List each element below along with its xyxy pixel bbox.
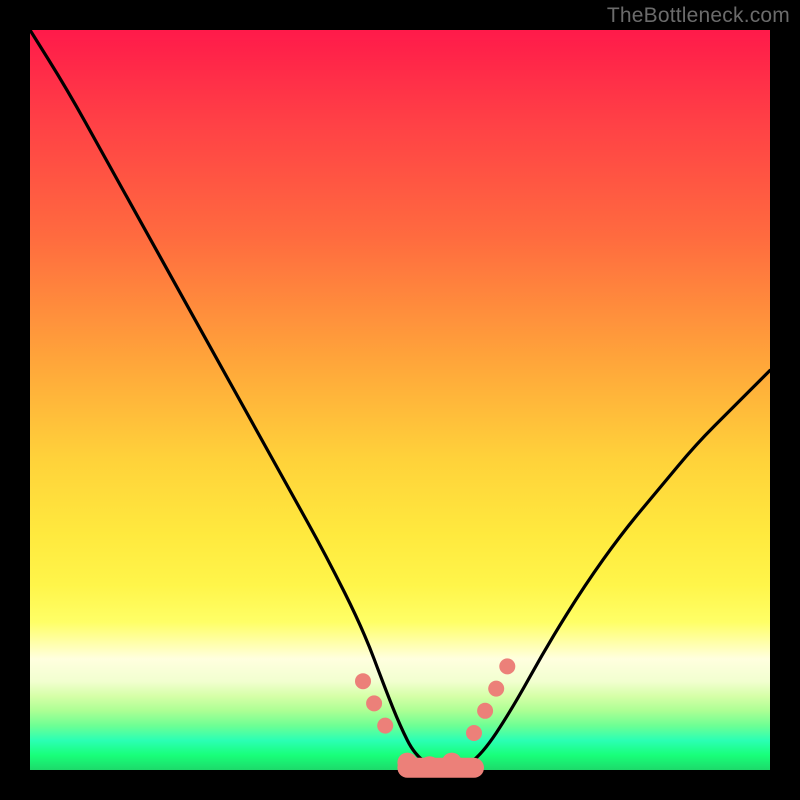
valley-dot <box>477 703 493 719</box>
valley-dot <box>499 658 515 674</box>
chart-frame: TheBottleneck.com <box>0 0 800 800</box>
watermark-text: TheBottleneck.com <box>607 4 790 28</box>
valley-dot <box>466 725 482 741</box>
valley-dot <box>355 673 371 689</box>
valley-dot <box>442 753 462 773</box>
bottleneck-curve <box>30 30 770 770</box>
curve-path <box>30 30 770 770</box>
valley-dot <box>377 718 393 734</box>
valley-dot <box>420 756 440 776</box>
valley-dot <box>366 695 382 711</box>
plot-area <box>30 30 770 770</box>
valley-dot <box>488 681 504 697</box>
valley-dot <box>397 753 417 773</box>
